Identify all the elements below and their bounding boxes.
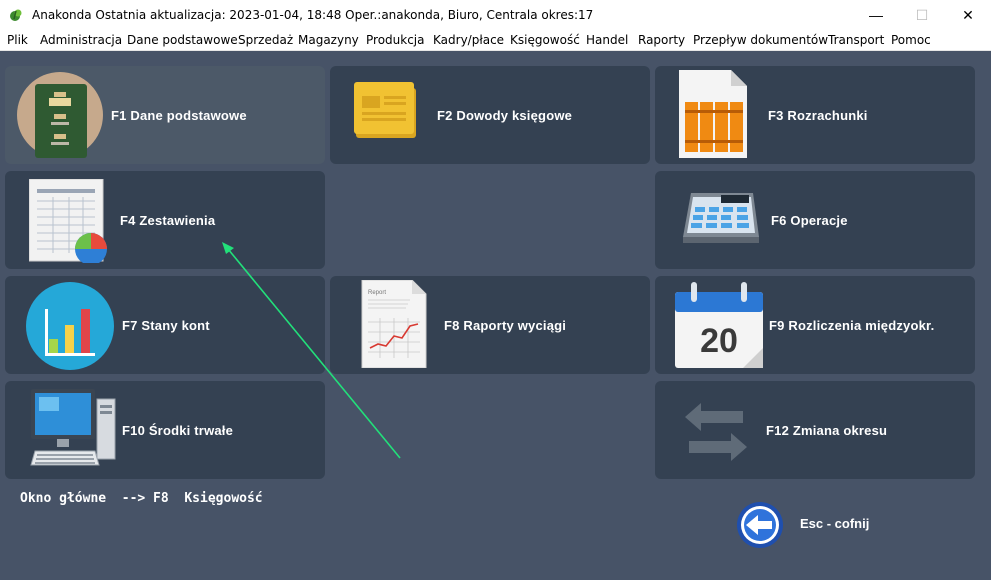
report-header: Report (368, 290, 386, 296)
tile-f2-dowody-ksiegowe[interactable]: F2 Dowody księgowe (330, 66, 650, 164)
tile-f6-operacje[interactable]: F6 Operacje (655, 171, 975, 269)
tile-label-f2: F2 Dowody księgowe (437, 108, 573, 123)
binders-icon (679, 70, 747, 158)
calendar-day: 20 (700, 322, 738, 360)
tile-label-f3: F3 Rozrachunki (768, 108, 868, 123)
menu-kadry-place[interactable]: Kadry/płace (433, 33, 504, 47)
tile-f12-zmiana-okresu[interactable]: F12 Zmiana okresu (655, 381, 975, 479)
back-arrow-icon[interactable] (736, 501, 784, 549)
anakonda-logo-icon (10, 9, 22, 21)
menu-handel[interactable]: Handel (586, 33, 628, 47)
menu-transport[interactable]: Transport (828, 33, 884, 47)
main-panel: F1 Dane podstawowe F2 Dowody księgowe F3… (0, 51, 991, 580)
title-bar: Anakonda Ostatnia aktualizacja: 2023-01-… (0, 0, 991, 30)
menu-magazyny[interactable]: Magazyny (298, 33, 359, 47)
document-folder-icon (354, 82, 416, 138)
spreadsheet-chart-icon (29, 179, 107, 263)
menu-pomoc[interactable]: Pomoc (891, 33, 931, 47)
swap-arrows-icon (685, 403, 747, 461)
tile-label-f1: F1 Dane podstawowe (111, 108, 247, 123)
tile-f4-zestawienia[interactable]: F4 Zestawienia (5, 171, 325, 269)
window-title: Anakonda Ostatnia aktualizacja: 2023-01-… (32, 8, 594, 22)
tile-label-f6: F6 Operacje (771, 213, 848, 228)
tile-label-f9: F9 Rozliczenia międzyokr. (769, 318, 935, 333)
calendar-icon: 20 (675, 282, 763, 368)
desktop-computer-icon (30, 389, 116, 466)
menu-administracja[interactable]: Administracja (40, 33, 122, 47)
file-cabinet-icon (17, 72, 103, 158)
tile-f10-srodki-trwale[interactable]: F10 Środki trwałe (5, 381, 325, 479)
tile-f1-dane-podstawowe[interactable]: F1 Dane podstawowe (5, 66, 325, 164)
menu-dane-podstawowe[interactable]: Dane podstawowe (127, 33, 238, 47)
tile-f8-raporty-wyciagi[interactable]: Report F8 Raporty wyciągi (330, 276, 650, 374)
minimize-button[interactable]: — (853, 0, 899, 30)
menu-ksiegowosc[interactable]: Księgowość (510, 33, 580, 47)
tile-label-f7: F7 Stany kont (122, 318, 210, 333)
maximize-button[interactable]: ☐ (899, 0, 945, 30)
bar-chart-icon (26, 282, 114, 370)
menu-raporty[interactable]: Raporty (638, 33, 685, 47)
tile-label-f10: F10 Środki trwałe (122, 423, 234, 438)
calculator-icon (683, 193, 759, 243)
tile-label-f4: F4 Zestawienia (120, 213, 216, 228)
report-chart-icon: Report (361, 280, 427, 368)
tile-label-f12: F12 Zmiana okresu (766, 423, 888, 438)
menu-przeplyw-dokumentow[interactable]: Przepływ dokumentów (693, 33, 828, 47)
breadcrumb: Okno główne --> F8 Księgowość (20, 491, 263, 506)
menu-sprzedaz[interactable]: Sprzedaż (238, 33, 293, 47)
tile-label-f8: F8 Raporty wyciągi (444, 318, 567, 333)
close-button[interactable]: ✕ (945, 0, 991, 30)
tile-f9-rozliczenia-miedzyokresowe[interactable]: 20 F9 Rozliczenia międzyokr. (655, 276, 975, 374)
menu-plik[interactable]: Plik (7, 33, 28, 47)
menu-produkcja[interactable]: Produkcja (366, 33, 425, 47)
tile-f3-rozrachunki[interactable]: F3 Rozrachunki (655, 66, 975, 164)
menu-bar: Plik Administracja Dane podstawowe Sprze… (0, 30, 991, 51)
tile-f7-stany-kont[interactable]: F7 Stany kont (5, 276, 325, 374)
esc-back-label[interactable]: Esc - cofnij (800, 516, 869, 531)
